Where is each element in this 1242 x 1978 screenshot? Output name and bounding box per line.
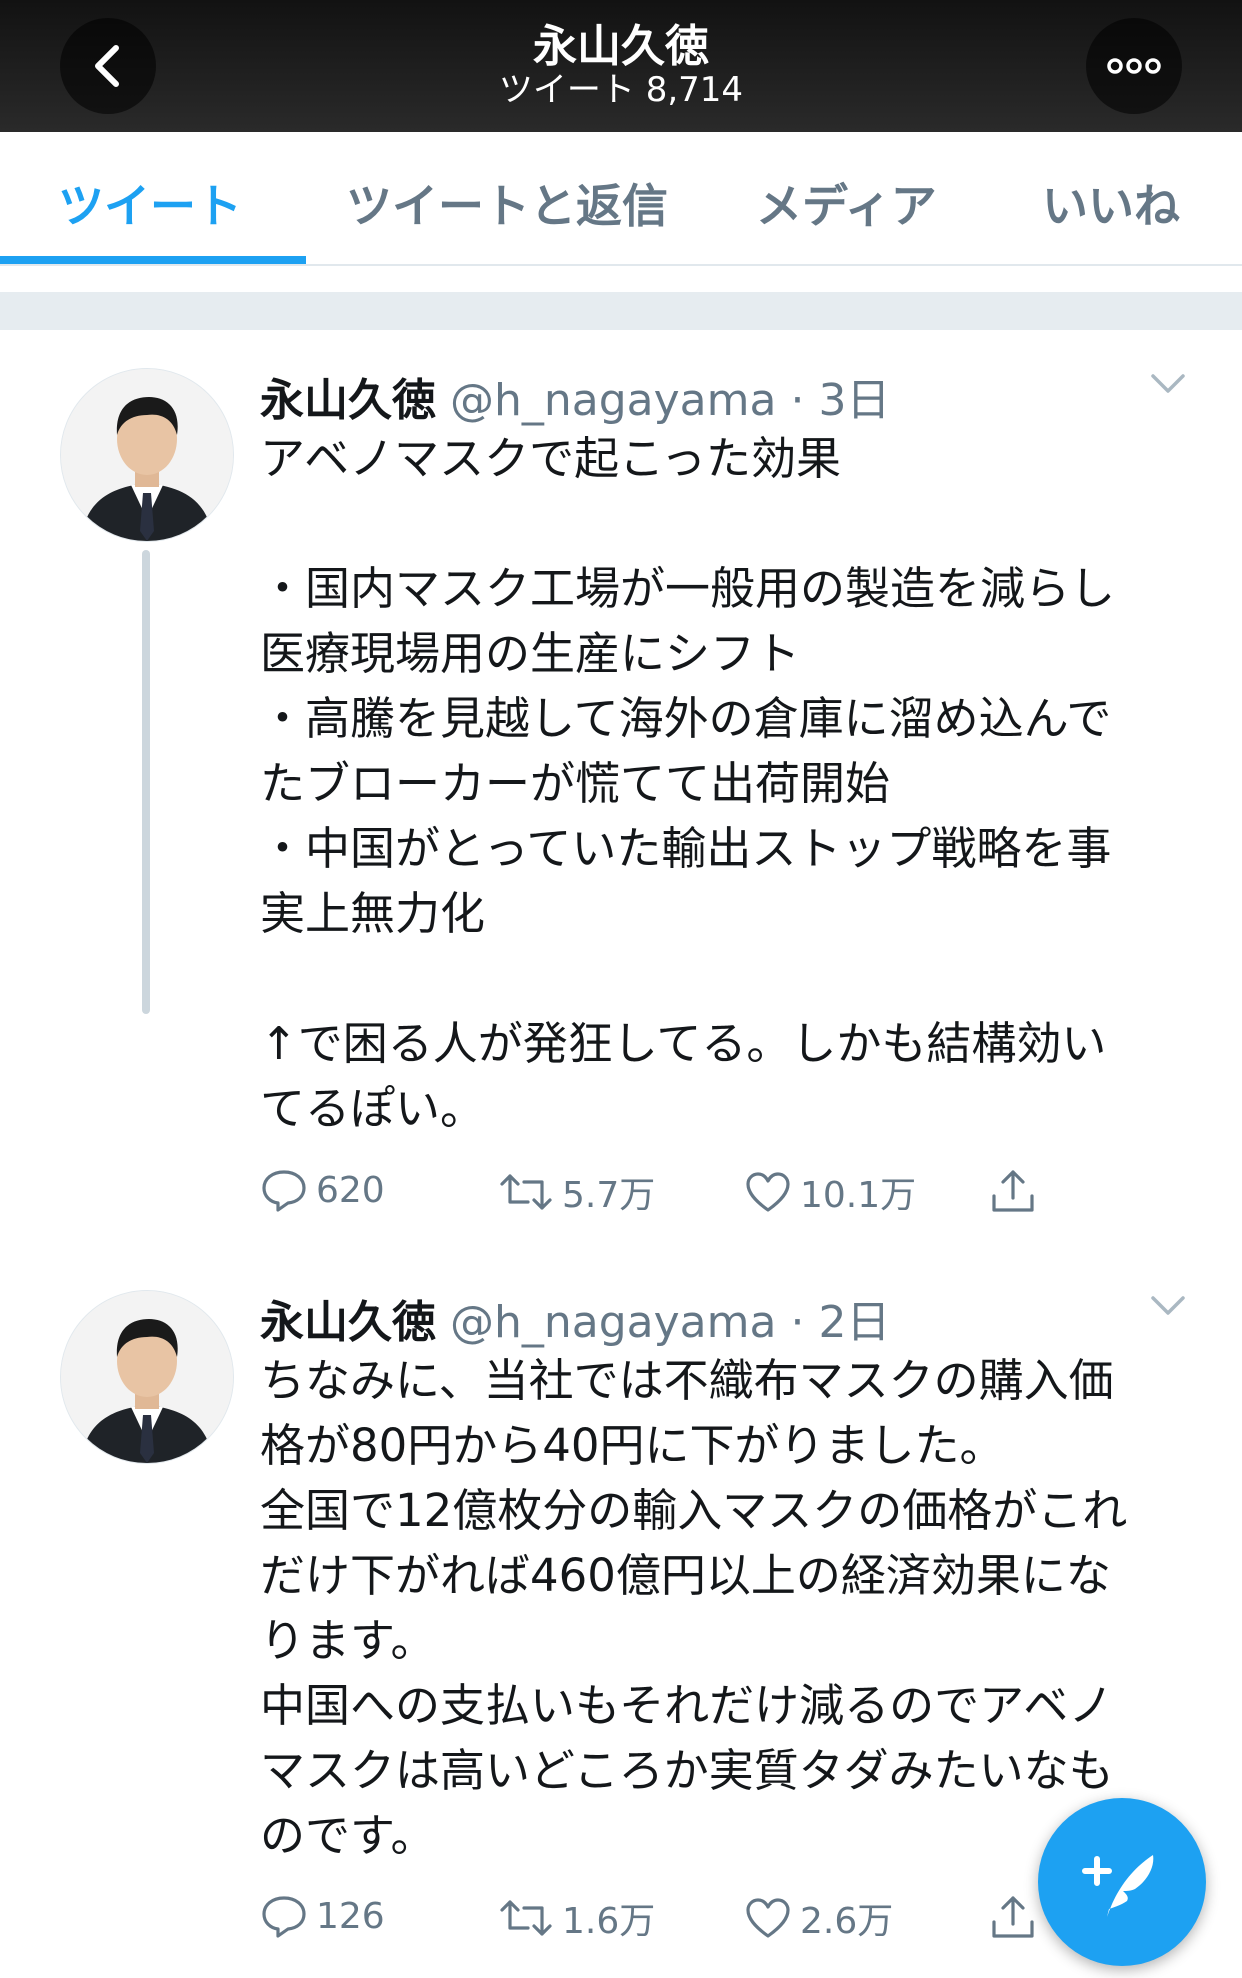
reply-button[interactable]: 126	[260, 1892, 385, 1940]
compose-tweet-button[interactable]	[1038, 1798, 1206, 1966]
tweet-text: ちなみに、当社では不織布マスクの購入価 格が80円から40円に下がりました。 全…	[260, 1348, 1190, 1868]
retweet-icon	[500, 1900, 552, 1936]
tweet-line	[260, 946, 1190, 1011]
tweet-menu-button[interactable]	[1150, 1294, 1186, 1322]
reply-icon	[262, 1896, 306, 1938]
heart-icon	[746, 1898, 790, 1938]
ellipsis-icon	[1107, 58, 1161, 74]
tweet-author[interactable]: 永山久徳 @h_nagayama · 2日	[260, 1286, 890, 1350]
tweet-line: マスクは高いどころか実質タダみたいなも	[260, 1744, 1114, 1797]
author-handle: @h_nagayama	[450, 375, 777, 426]
tweet-line: 医療現場用の生産にシフト	[260, 627, 801, 680]
author-name: 永山久徳	[260, 375, 436, 426]
retweet-icon	[500, 1174, 552, 1210]
reply-count: 620	[316, 1169, 385, 1211]
tweet-line: てるぽい。	[260, 1082, 486, 1135]
profile-tabs: ツイート ツイートと返信 メディア いいね	[0, 132, 1242, 266]
author-handle: @h_nagayama	[450, 1297, 777, 1348]
thread-connector	[142, 550, 150, 1014]
tweet-line	[260, 491, 1190, 556]
share-button[interactable]	[988, 1892, 1046, 1942]
tweet-timestamp: 3日	[818, 375, 891, 426]
tweet-menu-button[interactable]	[1150, 372, 1186, 400]
like-count: 2.6万	[800, 1901, 894, 1942]
tab-tweets[interactable]: ツイート	[58, 170, 242, 236]
reply-icon	[262, 1170, 306, 1212]
avatar[interactable]	[60, 368, 234, 542]
heart-icon	[746, 1172, 790, 1212]
tweet-line: ↑で困る人が発狂してる。しかも結構効い	[260, 1017, 1107, 1070]
tweet-line: アベノマスクで起こった効果	[260, 432, 841, 485]
retweet-button[interactable]: 1.6万	[498, 1892, 655, 1944]
chevron-down-icon	[1151, 374, 1185, 393]
tweet-count: ツイート 8,714	[498, 70, 744, 110]
tweet-line: たブローカーが慌てて出荷開始	[260, 757, 891, 810]
active-tab-indicator	[0, 256, 306, 264]
reply-button[interactable]: 620	[260, 1166, 385, 1214]
section-divider	[0, 292, 1242, 330]
tweet-line: 実上無力化	[260, 887, 486, 940]
share-button[interactable]	[988, 1166, 1046, 1216]
reply-count: 126	[316, 1895, 385, 1937]
tab-tweets-and-replies[interactable]: ツイートと返信	[346, 170, 668, 236]
like-button[interactable]: 10.1万	[744, 1166, 916, 1218]
share-icon	[992, 1170, 1034, 1212]
chevron-down-icon	[1151, 1296, 1185, 1315]
avatar[interactable]	[60, 1290, 234, 1464]
tweet-line: ・中国がとっていた輸出ストップ戦略を事	[260, 822, 1112, 875]
profile-photo	[61, 1291, 233, 1463]
author-name: 永山久徳	[260, 1297, 436, 1348]
compose-tweet-icon	[1082, 1855, 1154, 1917]
profile-photo	[61, 369, 233, 541]
tweet-line: ちなみに、当社では不織布マスクの購入価	[260, 1354, 1114, 1407]
tweet-timestamp: 2日	[818, 1297, 891, 1348]
tweet-text: アベノマスクで起こった効果 ・国内マスク工場が一般用の製造を減らし 医療現場用の…	[260, 426, 1190, 1141]
tweet-actions: 126 1.6万 2.6万	[260, 1892, 1060, 1952]
tab-likes[interactable]: いいね	[1042, 170, 1180, 236]
profile-header: 永山久徳 ツイート 8,714	[0, 0, 1242, 132]
tweet-line: だけ下がれば460億円以上の経済効果にな	[260, 1549, 1111, 1602]
tweet-line: ・高騰を見越して海外の倉庫に溜め込んで	[260, 692, 1112, 745]
tweet-actions: 620 5.7万 10.1万	[260, 1166, 1060, 1226]
tweet-line: ・国内マスク工場が一般用の製造を減らし	[260, 562, 1116, 615]
tweet-line: 中国への支払いもそれだけ減るのでアベノ	[260, 1679, 1114, 1732]
like-button[interactable]: 2.6万	[744, 1892, 893, 1944]
retweet-count: 5.7万	[562, 1175, 656, 1216]
retweet-count: 1.6万	[562, 1901, 656, 1942]
more-options-button[interactable]	[1086, 18, 1182, 114]
share-icon	[992, 1896, 1034, 1938]
tweet-line: ります。	[260, 1614, 436, 1667]
tweet-line: 格が80円から40円に下がりました。	[260, 1419, 1005, 1472]
tweet-line: 全国で12億枚分の輸入マスクの価格がこれ	[260, 1484, 1128, 1537]
tab-media[interactable]: メディア	[756, 170, 937, 236]
like-count: 10.1万	[800, 1175, 917, 1216]
tweet-author[interactable]: 永山久徳 @h_nagayama · 3日	[260, 364, 890, 428]
retweet-button[interactable]: 5.7万	[498, 1166, 655, 1218]
